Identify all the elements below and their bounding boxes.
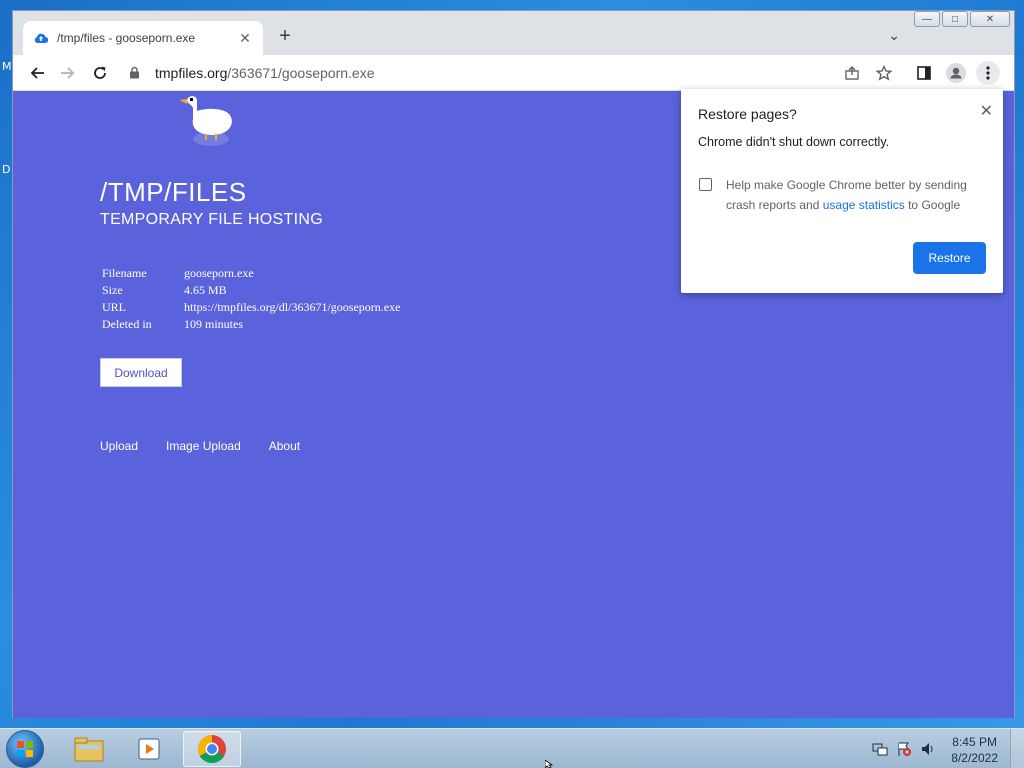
desktop-label-mid: D <box>2 163 11 176</box>
chrome-icon <box>198 735 226 763</box>
mouse-cursor-icon <box>545 760 554 768</box>
tab-search-chevron-icon[interactable]: ⌄ <box>888 27 900 44</box>
upload-link[interactable]: Upload <box>100 439 138 453</box>
tab-strip: /tmp/files - gooseporn.exe ✕ + ⌄ — □ ✕ <box>13 11 1014 55</box>
browser-toolbar: tmpfiles.org/363671/gooseporn.exe <box>13 55 1014 91</box>
clock-time: 8:45 PM <box>952 735 997 749</box>
address-bar[interactable]: tmpfiles.org/363671/gooseporn.exe <box>123 59 923 87</box>
info-value: https://tmpfiles.org/dl/363671/gooseporn… <box>184 300 401 314</box>
side-panel-icon[interactable] <box>912 61 936 85</box>
system-tray <box>872 741 936 757</box>
start-button[interactable] <box>6 730 44 768</box>
info-key: Deleted in <box>102 317 152 331</box>
checkbox-text-after: to Google <box>904 198 961 212</box>
window-controls: — □ ✕ <box>914 11 1010 27</box>
info-row-size: Size 4.65 MB <box>102 283 400 300</box>
footer-nav: Upload Image Upload About <box>100 439 300 453</box>
restore-button[interactable]: Restore <box>913 242 986 274</box>
download-button[interactable]: Download <box>100 358 182 387</box>
dialog-close-icon[interactable]: ✕ <box>980 101 993 121</box>
back-arrow-icon[interactable] <box>25 61 49 85</box>
browser-tab[interactable]: /tmp/files - gooseporn.exe ✕ <box>23 21 263 55</box>
url-text: tmpfiles.org/363671/gooseporn.exe <box>155 65 374 81</box>
crash-reports-checkbox[interactable] <box>699 178 712 191</box>
info-key: Filename <box>102 266 147 280</box>
desktop-label-top: M <box>2 60 12 73</box>
url-path: /363671/gooseporn.exe <box>227 65 375 81</box>
info-value: gooseporn.exe <box>184 266 254 280</box>
new-tab-button[interactable]: + <box>275 26 295 46</box>
file-info-table: Filename gooseporn.exe Size 4.65 MB URL … <box>102 266 400 334</box>
goose-logo-icon <box>179 96 232 146</box>
forward-arrow-icon <box>56 61 80 85</box>
volume-icon[interactable] <box>920 741 936 757</box>
info-row-deleted-in: Deleted in 109 minutes <box>102 317 400 334</box>
checkbox-label: Help make Google Chrome better by sendin… <box>726 175 986 215</box>
lock-icon <box>129 66 140 84</box>
profile-avatar-icon[interactable] <box>944 61 968 85</box>
windows-taskbar: 8:45 PM 8/2/2022 <box>0 728 1024 768</box>
info-row-url: URL https://tmpfiles.org/dl/363671/goose… <box>102 300 400 317</box>
info-row-filename: Filename gooseporn.exe <box>102 266 400 283</box>
show-desktop-button[interactable] <box>1010 729 1024 768</box>
kebab-menu-icon[interactable] <box>976 61 1000 85</box>
dialog-title: Restore pages? <box>698 106 797 122</box>
site-title: /TMP/FILES <box>100 177 247 207</box>
info-key: Size <box>102 283 123 297</box>
image-upload-link[interactable]: Image Upload <box>166 439 241 453</box>
info-value: 4.65 MB <box>184 283 227 297</box>
windows-explorer-taskbar-button[interactable] <box>60 731 118 767</box>
media-player-taskbar-button[interactable] <box>121 731 179 767</box>
share-icon[interactable] <box>840 61 864 85</box>
site-subtitle: TEMPORARY FILE HOSTING <box>100 211 323 228</box>
tab-title: /tmp/files - gooseporn.exe <box>57 31 196 45</box>
dialog-message: Chrome didn't shut down correctly. <box>698 135 890 149</box>
action-center-flag-icon[interactable] <box>896 741 912 757</box>
minimize-button[interactable]: — <box>914 11 940 27</box>
restore-pages-dialog: Restore pages? ✕ Chrome didn't shut down… <box>681 89 1003 293</box>
taskbar-clock[interactable]: 8:45 PM 8/2/2022 <box>951 734 998 766</box>
close-window-button[interactable]: ✕ <box>970 11 1010 27</box>
clock-date: 8/2/2022 <box>951 751 998 765</box>
tab-close-icon[interactable]: ✕ <box>237 30 253 47</box>
network-icon[interactable] <box>872 741 888 757</box>
cloud-upload-icon <box>33 30 49 46</box>
reload-icon[interactable] <box>88 61 112 85</box>
folder-icon <box>74 737 104 762</box>
maximize-button[interactable]: □ <box>942 11 968 27</box>
media-player-icon <box>138 738 160 760</box>
info-value: 109 minutes <box>184 317 243 331</box>
info-key: URL <box>102 300 126 314</box>
bookmark-star-icon[interactable] <box>872 61 896 85</box>
usage-statistics-link[interactable]: usage statistics <box>823 198 905 212</box>
url-host: tmpfiles.org <box>155 65 228 81</box>
browser-window: /tmp/files - gooseporn.exe ✕ + ⌄ — □ ✕ t… <box>12 10 1015 718</box>
chrome-taskbar-button[interactable] <box>183 731 241 767</box>
about-link[interactable]: About <box>269 439 300 453</box>
